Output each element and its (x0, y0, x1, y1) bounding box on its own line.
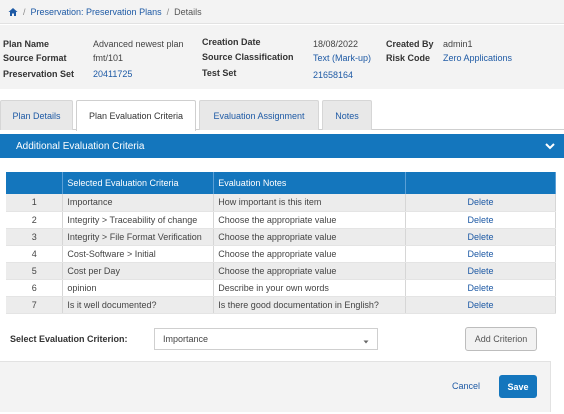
row-number: 7 (6, 296, 64, 314)
preservation-set-label: Preservation Set (3, 69, 75, 79)
plan-name-label: Plan Name (3, 39, 50, 49)
add-criterion-button[interactable]: Add Criterion (465, 327, 537, 351)
criteria-table: Selected Evaluation Criteria Evaluation … (6, 172, 556, 314)
row-notes: Choose the appropriate value (213, 211, 407, 229)
created-by-value: admin1 (443, 39, 473, 49)
row-criteria: Is it well documented? (62, 296, 215, 314)
tab-plan-details[interactable]: Plan Details (0, 100, 73, 130)
row-criteria: Importance (62, 194, 215, 212)
delete-link[interactable]: Delete (405, 194, 556, 212)
breadcrumb-separator: / (166, 6, 170, 17)
section-header[interactable]: Additional Evaluation Criteria (0, 134, 564, 158)
preservation-set-link[interactable]: 20411725 (93, 69, 132, 79)
delete-link[interactable]: Delete (405, 262, 556, 280)
row-criteria: Integrity > File Format Verification (62, 228, 215, 246)
delete-link[interactable]: Delete (405, 211, 556, 229)
risk-code-link[interactable]: Zero Applications (443, 53, 512, 63)
source-format-label: Source Format (3, 53, 67, 63)
column-header-criteria: Selected Evaluation Criteria (62, 172, 215, 194)
row-criteria: Integrity > Traceability of change (62, 211, 215, 229)
criterion-select[interactable]: Importance (154, 328, 378, 350)
delete-link[interactable]: Delete (405, 228, 556, 246)
test-set-link[interactable]: 21658164 (313, 70, 353, 80)
table-row: 5 Cost per Day Choose the appropriate va… (6, 262, 556, 280)
source-classification-link[interactable]: Text (Mark-up) (313, 53, 371, 63)
creation-date-label: Creation Date (202, 37, 261, 47)
delete-link[interactable]: Delete (405, 296, 556, 314)
table-row: 7 Is it well documented? Is there good d… (6, 296, 556, 314)
test-set-label: Test Set (202, 68, 237, 78)
tab-notes[interactable]: Notes (322, 100, 372, 130)
criterion-select-label: Select Evaluation Criterion: (10, 334, 128, 344)
table-row: 1 Importance How important is this item … (6, 194, 556, 212)
row-notes: Choose the appropriate value (213, 262, 407, 280)
row-criteria: Cost-Software > Initial (62, 245, 215, 263)
save-button[interactable]: Save (499, 375, 537, 398)
row-number: 4 (6, 245, 64, 263)
delete-link[interactable]: Delete (405, 245, 556, 263)
row-notes: Choose the appropriate value (213, 228, 407, 246)
chevron-down-icon[interactable] (544, 140, 556, 152)
home-icon[interactable] (8, 7, 18, 17)
row-number: 6 (6, 279, 64, 297)
breadcrumb-link-preservation-plans[interactable]: Preservation: Preservation Plans (31, 7, 162, 17)
table-header-row: Selected Evaluation Criteria Evaluation … (6, 172, 556, 194)
plan-info-panel: Plan Name Advanced newest plan Source Fo… (0, 25, 564, 89)
delete-link[interactable]: Delete (405, 279, 556, 297)
breadcrumb-separator: / (23, 6, 26, 17)
row-number: 5 (6, 262, 64, 280)
row-notes: Is there good documentation in English? (213, 296, 407, 314)
row-number: 3 (6, 228, 64, 246)
source-format-value: fmt/101 (93, 53, 124, 63)
row-number: 1 (6, 194, 64, 212)
risk-code-label: Risk Code (386, 53, 431, 63)
table-row: 2 Integrity > Traceability of change Cho… (6, 211, 556, 229)
row-notes: How important is this item (213, 194, 407, 212)
table-row: 6 opinion Describe in your own words Del… (6, 279, 556, 297)
plan-name-value: Advanced newest plan (93, 39, 184, 49)
tab-plan-evaluation-criteria[interactable]: Plan Evaluation Criteria (76, 100, 196, 131)
column-header-index (6, 172, 64, 194)
row-number: 2 (6, 211, 64, 229)
breadcrumb: / Preservation: Preservation Plans / Det… (0, 0, 564, 24)
table-row: 3 Integrity > File Format Verification C… (6, 228, 556, 246)
tab-evaluation-assignment[interactable]: Evaluation Assignment (199, 100, 319, 130)
table-row: 4 Cost-Software > Initial Choose the app… (6, 245, 556, 263)
created-by-label: Created By (386, 39, 434, 49)
creation-date-value: 18/08/2022 (313, 39, 359, 49)
row-notes: Choose the appropriate value (213, 245, 407, 263)
caret-down-icon (363, 337, 369, 344)
source-classification-label: Source Classification (202, 52, 294, 62)
breadcrumb-current: Details (174, 6, 202, 17)
tab-bar: Plan Details Plan Evaluation Criteria Ev… (0, 100, 564, 131)
cancel-link[interactable]: Cancel (452, 381, 480, 391)
column-header-notes: Evaluation Notes (213, 172, 407, 194)
row-criteria: opinion (62, 279, 215, 297)
section-title: Additional Evaluation Criteria (16, 140, 145, 152)
column-header-action (405, 172, 556, 194)
row-notes: Describe in your own words (213, 279, 407, 297)
row-criteria: Cost per Day (62, 262, 215, 280)
criterion-select-value: Importance (163, 334, 209, 344)
